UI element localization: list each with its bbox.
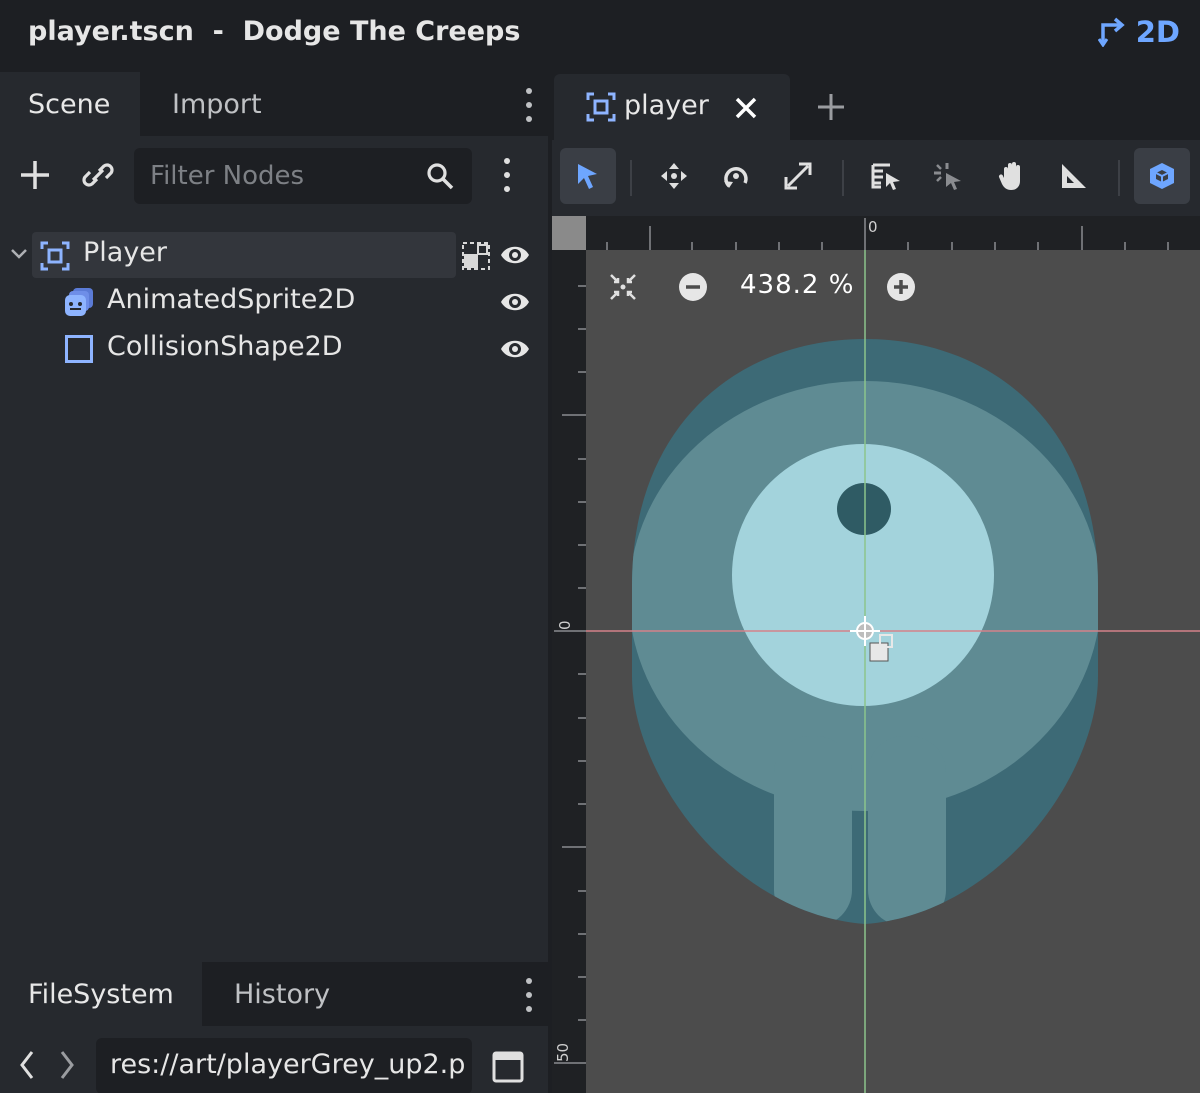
ruler-h-zero-label: 0	[868, 218, 878, 236]
scene-toolbar	[0, 136, 548, 216]
ruler-mode-button[interactable]	[1046, 148, 1102, 204]
zoom-reset-icon[interactable]	[608, 272, 638, 302]
toolbar-separator	[630, 160, 632, 196]
back-arrow-icon[interactable]	[18, 1050, 36, 1080]
scene-dock-menu-icon[interactable]	[524, 88, 534, 122]
tree-item-label: CollisionShape2D	[107, 331, 343, 362]
rotate-icon	[724, 167, 748, 188]
zoom-out-icon[interactable]	[678, 272, 708, 302]
select-mode-button[interactable]	[560, 148, 616, 204]
window-title: player.tscn - Dodge The Creeps	[28, 16, 521, 47]
scale-icon	[784, 162, 812, 190]
forward-arrow-icon[interactable]	[58, 1050, 76, 1080]
zoom-in-icon[interactable]	[886, 272, 916, 302]
toggle-split-mode-icon[interactable]	[492, 1051, 524, 1083]
scene-tab-label: player	[624, 90, 709, 121]
cube-icon	[1150, 163, 1174, 189]
collision-shape-icon	[65, 335, 93, 363]
vertical-ruler: 0 50	[552, 216, 586, 1093]
visibility-eye-icon[interactable]	[500, 335, 530, 363]
player-sprite-canvas	[552, 216, 1200, 1093]
editor-mode-label: 2D	[1135, 15, 1180, 49]
scene-tab-player[interactable]: player	[554, 74, 790, 140]
title-bar: player.tscn - Dodge The Creeps 2D	[0, 0, 1200, 72]
pivot-mode-button[interactable]	[920, 148, 976, 204]
move-mode-button[interactable]	[646, 148, 702, 204]
filesystem-dock-menu-icon[interactable]	[524, 978, 534, 1012]
select-arrow-icon	[578, 164, 597, 189]
scene-dock-tabbar: Scene Import	[0, 72, 548, 136]
zoom-level-label[interactable]: 438.2 %	[740, 270, 854, 300]
visibility-eye-icon[interactable]	[500, 241, 530, 269]
filter-nodes-box	[134, 148, 472, 204]
tree-item-collisionshape2d[interactable]: CollisionShape2D	[0, 326, 548, 372]
tree-item-label: AnimatedSprite2D	[107, 284, 356, 315]
scene-tree-menu-icon[interactable]	[502, 158, 512, 192]
toolbar-separator	[842, 160, 844, 196]
pivot-icon	[934, 163, 961, 190]
rotate-mode-button[interactable]	[708, 148, 764, 204]
animated-sprite-icon	[65, 288, 93, 316]
main-editor: player 0 0 50 438.2 %	[552, 72, 1200, 1093]
tab-history[interactable]: History	[206, 962, 358, 1026]
scale-mode-button[interactable]	[770, 148, 826, 204]
tree-item-label: Player	[83, 237, 168, 268]
canvas-toolbar	[552, 140, 1200, 216]
path-text: res://art/playerGrey_up2.p	[110, 1049, 466, 1080]
filesystem-dock-tabbar: FileSystem History	[0, 962, 548, 1026]
zoom-controls: 438.2 %	[600, 266, 940, 310]
search-icon	[427, 163, 454, 190]
ruler-v-50-label: 50	[554, 1042, 572, 1062]
group-selected-icon[interactable]	[462, 242, 490, 270]
tab-scene[interactable]: Scene	[0, 72, 140, 136]
hand-icon	[998, 162, 1020, 190]
pan-mode-button[interactable]	[984, 148, 1040, 204]
toolbar-separator	[1118, 160, 1120, 196]
editor-mode-button[interactable]: 2D	[1097, 12, 1180, 52]
filter-nodes-input[interactable]	[134, 148, 424, 204]
smart-snap-button[interactable]	[1134, 148, 1190, 204]
list-select-icon	[871, 163, 900, 190]
tab-filesystem[interactable]: FileSystem	[0, 962, 202, 1026]
tab-import[interactable]: Import	[144, 72, 290, 136]
tree-item-player[interactable]: Player	[0, 232, 548, 278]
horizontal-ruler: 0	[552, 216, 1200, 250]
list-select-button[interactable]	[858, 148, 914, 204]
node2d-icon	[40, 241, 70, 271]
path-field[interactable]: res://art/playerGrey_up2.p	[96, 1038, 472, 1093]
canvas-viewport[interactable]: 0 0 50 438.2 %	[552, 216, 1200, 1093]
left-dock: Scene Import Filter Nodes Player Animate…	[0, 72, 548, 1093]
move-icon	[661, 163, 687, 189]
tree-item-animatedsprite2d[interactable]: AnimatedSprite2D	[0, 279, 548, 325]
node2d-icon	[586, 92, 616, 122]
ruler-corner	[552, 216, 586, 250]
instance-scene-icon[interactable]	[82, 158, 114, 192]
ruler-v-zero-label: 0	[556, 620, 574, 630]
filesystem-path-row: res://art/playerGrey_up2.p	[0, 1026, 548, 1093]
add-node-icon[interactable]	[18, 158, 52, 192]
visibility-eye-icon[interactable]	[500, 288, 530, 316]
expand-chevron-icon[interactable]	[10, 247, 28, 261]
close-icon[interactable]	[734, 96, 758, 120]
add-scene-tab-icon[interactable]	[816, 92, 846, 122]
2d-mode-icon	[1097, 17, 1125, 47]
ruler-icon	[1062, 164, 1086, 188]
